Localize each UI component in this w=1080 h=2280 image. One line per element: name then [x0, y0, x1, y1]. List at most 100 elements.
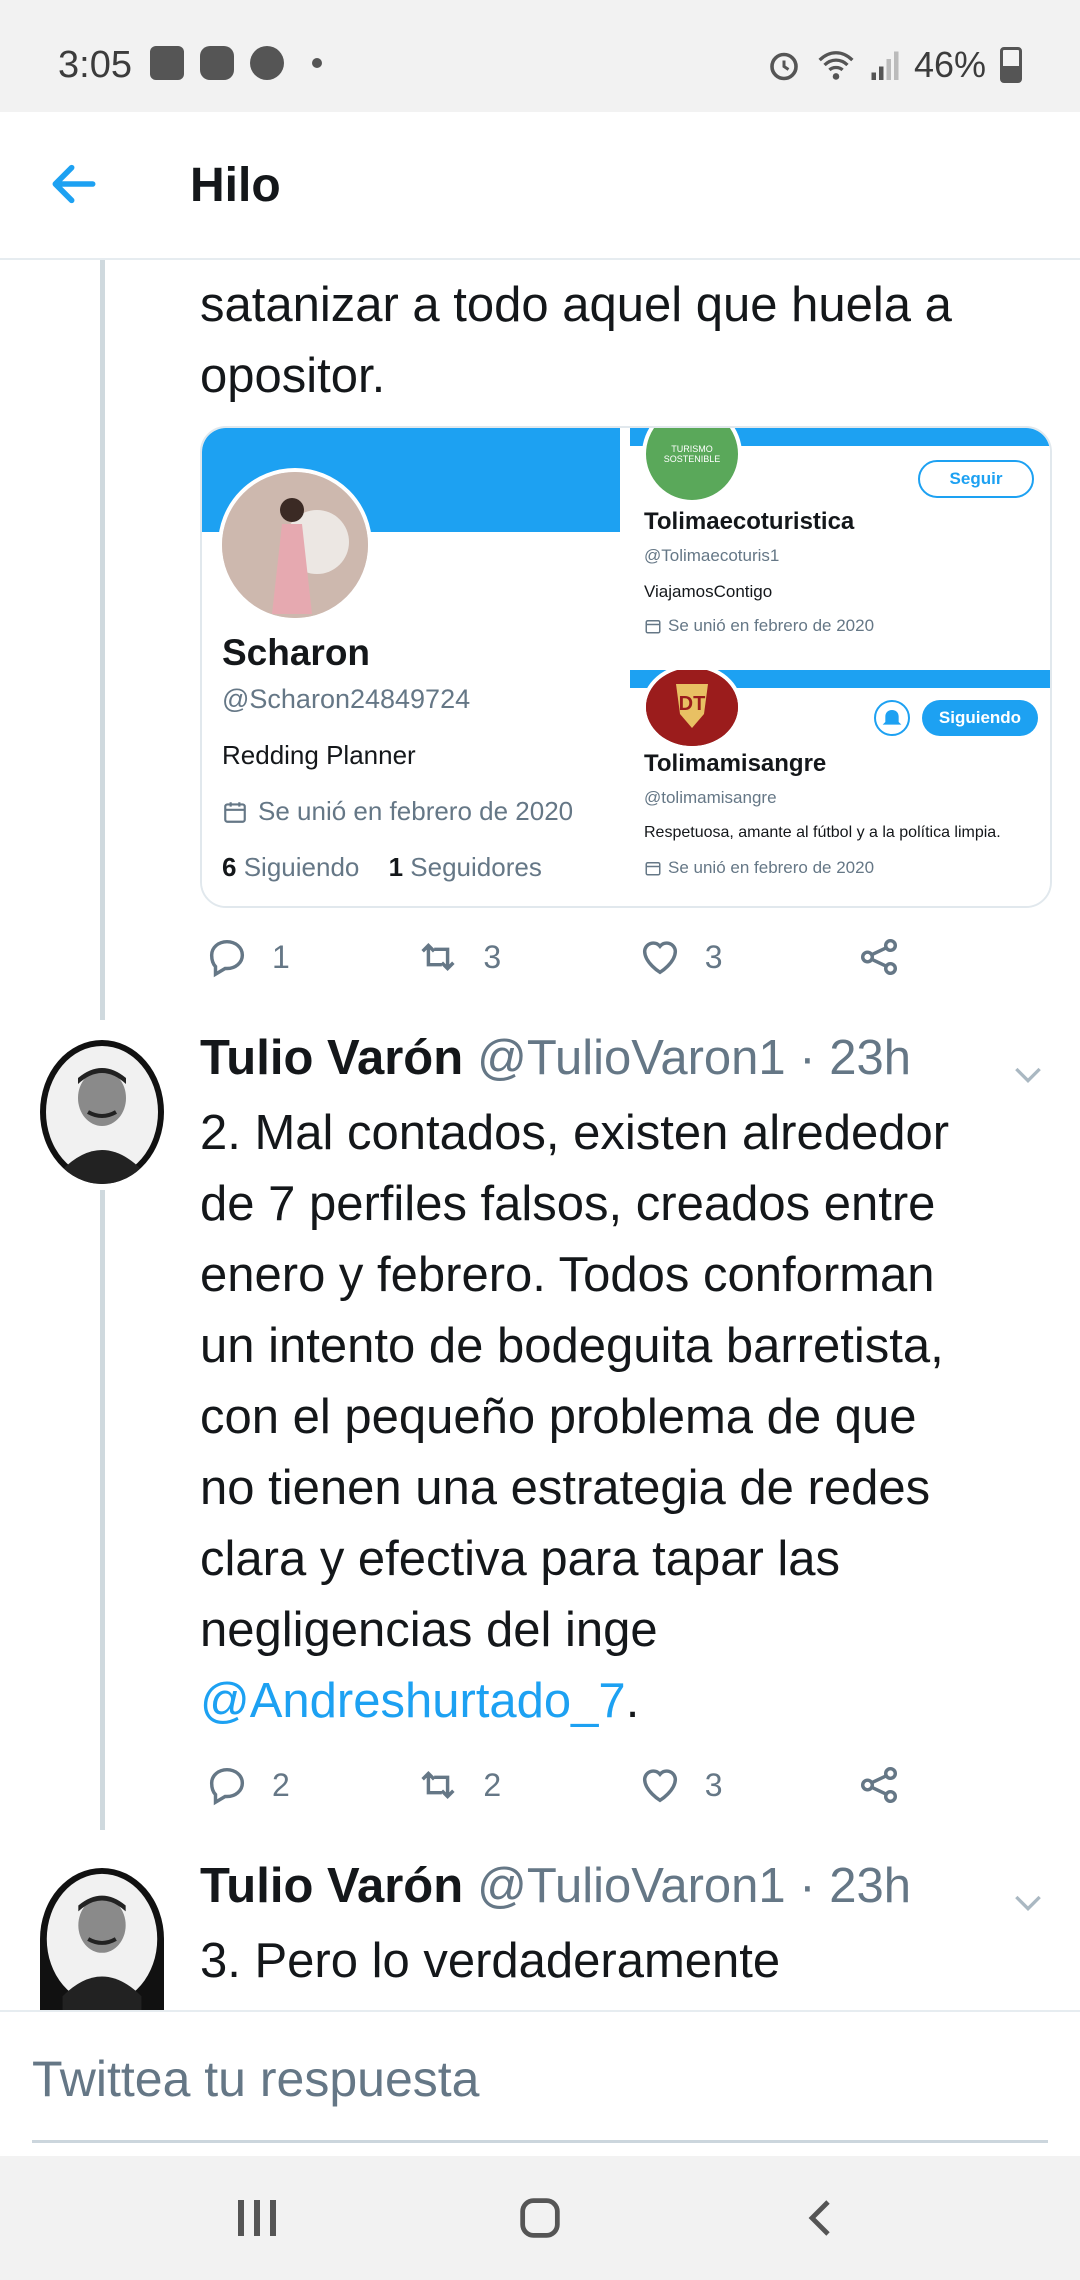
calendar-icon [645, 620, 661, 634]
back-nav-icon[interactable] [798, 2194, 846, 2242]
facebook-icon [250, 46, 284, 80]
avatar[interactable] [40, 1040, 164, 1184]
wifi-icon [818, 51, 854, 80]
profile-bio: ViajamosContigo [644, 582, 773, 601]
tweet-header: Tulio Varón @TulioVaron1 · 23h [200, 1858, 1060, 1924]
joined-text: Se unió en febrero de 2020 [668, 616, 875, 635]
profile-handle: @Scharon24849724 [222, 684, 471, 714]
share-icon [860, 938, 898, 976]
like-count: 3 [704, 938, 723, 975]
dot-icon [312, 58, 322, 68]
author-handle: @TulioVaron1 · 23h [477, 1859, 911, 1913]
profile-name: Tolimaecoturistica [644, 508, 855, 535]
arrow-left-icon[interactable] [46, 156, 102, 212]
avatar: DT [642, 670, 742, 750]
retweet-icon [421, 1771, 455, 1799]
following-button[interactable]: Siguiendo [922, 700, 1038, 736]
followers-label: Seguidores [410, 852, 542, 882]
reply-input[interactable]: Twittea tu respuesta [32, 2050, 479, 2108]
profile-name: Tolimamisangre [644, 750, 827, 777]
tweet-text-line: satanizar a todo aquel que huela a [200, 278, 952, 332]
reply-icon [209, 1767, 245, 1806]
home-icon[interactable] [514, 2192, 566, 2244]
avatar: TURISMO SOSTENIBLE [642, 428, 742, 504]
tweet-text-line: opositor. [200, 349, 386, 403]
following-label: Siguiendo [243, 852, 360, 882]
profile-bio: Redding Planner [222, 740, 416, 770]
profile-stats: 6 Siguiendo 1 Seguidores [222, 852, 542, 883]
retweet-count: 3 [483, 938, 502, 975]
chevron-down-icon[interactable] [1008, 1882, 1048, 1922]
app-header: Hilo [0, 112, 1080, 260]
mention-link[interactable]: @Andreshurtado_7 [200, 1674, 626, 1728]
tweet-header: Tulio Varón @TulioVaron1 · 23h [200, 1030, 1060, 1096]
status-time: 3:05 [58, 44, 132, 86]
profile-screenshot-tolimamisangre[interactable]: DT Siguiendo Tolimamisangre @tolimamisan… [630, 670, 1050, 906]
tweet-actions: 1 3 3 [204, 934, 924, 980]
profile-handle: @Tolimaecoturis1 [644, 546, 780, 565]
like-button[interactable]: 3 [637, 934, 856, 980]
author-name[interactable]: Tulio Varón [200, 1030, 463, 1086]
tweet-text-line: de 7 perfiles falsos, creados entre [200, 1177, 936, 1231]
tweet-text-line: enero y febrero. Todos conforman [200, 1248, 935, 1302]
reply-button[interactable]: 1 [204, 934, 415, 980]
profile-screenshot-tolimaecoturistica[interactable]: TURISMO SOSTENIBLE Seguir Tolimaecoturis… [630, 428, 1050, 664]
reply-icon [209, 939, 245, 978]
thread-line [100, 1190, 105, 1830]
avatar-text: TURISMO SOSTENIBLE [663, 444, 721, 464]
tweet-text-line: clara y efectiva para tapar las [200, 1532, 841, 1586]
battery-percent: 46% [913, 44, 986, 85]
avatar [218, 468, 372, 622]
thread-line [100, 260, 105, 1020]
youtube-icon [200, 46, 234, 80]
profile-name: Scharon [222, 632, 371, 673]
retweet-count: 2 [483, 1766, 502, 1803]
system-icons: 46% [766, 44, 1022, 86]
reply-count: 1 [272, 938, 290, 975]
heart-icon [642, 1769, 677, 1803]
calendar-icon [224, 801, 246, 823]
notifications-bell-icon[interactable] [874, 700, 910, 736]
profile-joined: Se unió en febrero de 2020 [644, 616, 874, 636]
profile-bio: Respetuosa, amante al fútbol y a la polí… [644, 824, 1001, 841]
status-bar: 3:05 46% [0, 0, 1080, 112]
notification-icons [150, 46, 322, 80]
tweet-text-line: un intento de bodeguita barretista, [200, 1319, 944, 1373]
signal-icon [871, 51, 899, 80]
followers-count: 1 [388, 852, 404, 882]
profile-screenshot-scharon[interactable]: Scharon @Scharon24849724 Redding Planner… [202, 428, 620, 906]
heart-icon [642, 941, 677, 975]
tweet-text-line: con el pequeño problema de que [200, 1390, 917, 1444]
joined-text: Se unió en febrero de 2020 [258, 796, 574, 826]
profile-joined: Se unió en febrero de 2020 [222, 796, 573, 827]
tweet-text-line: 3. Pero lo verdaderamente [200, 1934, 781, 1988]
tweet-text-line: no tienen una estrategia de redes [200, 1461, 931, 1515]
tweet-text-line: 2. Mal contados, existen alrededor [200, 1106, 950, 1160]
retweet-button[interactable]: 2 [415, 1762, 636, 1808]
chevron-down-icon[interactable] [1008, 1054, 1048, 1094]
retweet-button[interactable]: 3 [415, 934, 636, 980]
avatar[interactable] [40, 1868, 164, 2010]
tweet-actions: 2 2 3 [204, 1762, 924, 1808]
reply-button[interactable]: 2 [204, 1762, 415, 1808]
retweet-icon [421, 943, 455, 971]
svg-text:DT: DT [679, 693, 706, 715]
follow-button[interactable]: Seguir [918, 460, 1034, 498]
following-count: 6 [222, 852, 237, 882]
text-suffix: . [625, 1674, 640, 1728]
recent-apps-icon[interactable] [232, 2196, 284, 2240]
reply-underline [32, 2140, 1048, 2143]
author-handle: @TulioVaron1 · 23h [477, 1031, 911, 1085]
like-count: 3 [704, 1766, 723, 1803]
share-button[interactable] [856, 934, 924, 980]
reply-bar: Twittea tu respuesta [0, 2010, 1080, 2158]
battery-icon [1000, 47, 1022, 83]
joined-text: Se unió en febrero de 2020 [668, 858, 875, 877]
system-nav-bar [0, 2156, 1080, 2280]
share-button[interactable] [856, 1762, 924, 1808]
like-button[interactable]: 3 [637, 1762, 856, 1808]
reply-count: 2 [272, 1766, 290, 1803]
share-icon [860, 1766, 898, 1804]
tweet-media-grid[interactable]: Scharon @Scharon24849724 Redding Planner… [200, 426, 1052, 908]
author-name[interactable]: Tulio Varón [200, 1858, 463, 1914]
